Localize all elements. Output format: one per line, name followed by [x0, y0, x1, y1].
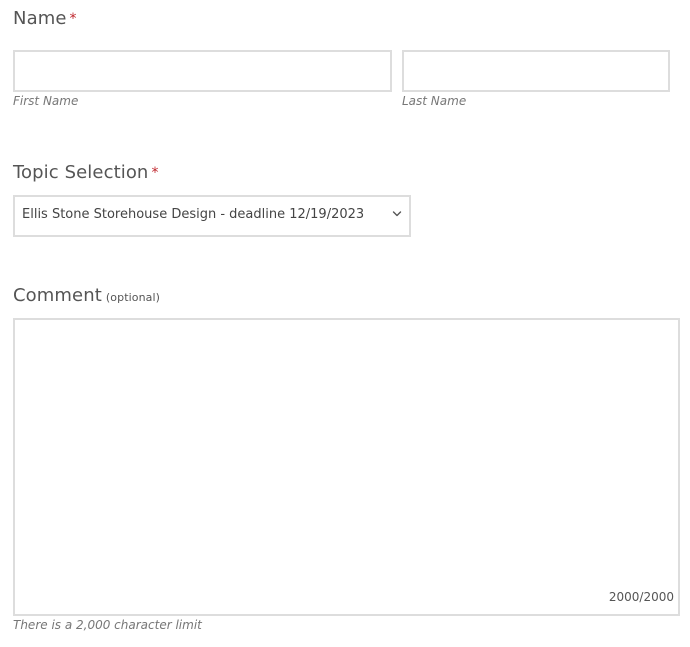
optional-note: (optional): [105, 291, 161, 304]
required-mark: *: [151, 165, 159, 181]
topic-selection-label-text: Topic Selection: [13, 162, 149, 183]
required-mark: *: [69, 11, 77, 27]
topic-select-value: Ellis Stone Storehouse Design - deadline…: [22, 207, 365, 222]
character-counter: 2000/2000: [608, 590, 674, 604]
topic-select[interactable]: Ellis Stone Storehouse Design - deadline…: [13, 195, 411, 237]
comment-label: Comment (optional): [13, 285, 160, 306]
comment-label-text: Comment: [13, 285, 102, 306]
last-name-sublabel: Last Name: [402, 94, 467, 108]
name-label-text: Name: [13, 8, 67, 29]
last-name-input[interactable]: [402, 50, 670, 92]
first-name-sublabel: First Name: [13, 94, 79, 108]
topic-selection-label: Topic Selection *: [13, 162, 159, 183]
chevron-down-icon: [392, 211, 402, 217]
character-limit-help: There is a 2,000 character limit: [13, 618, 202, 632]
comment-textarea[interactable]: [13, 318, 680, 616]
name-label: Name *: [13, 8, 77, 29]
first-name-input[interactable]: [13, 50, 392, 92]
